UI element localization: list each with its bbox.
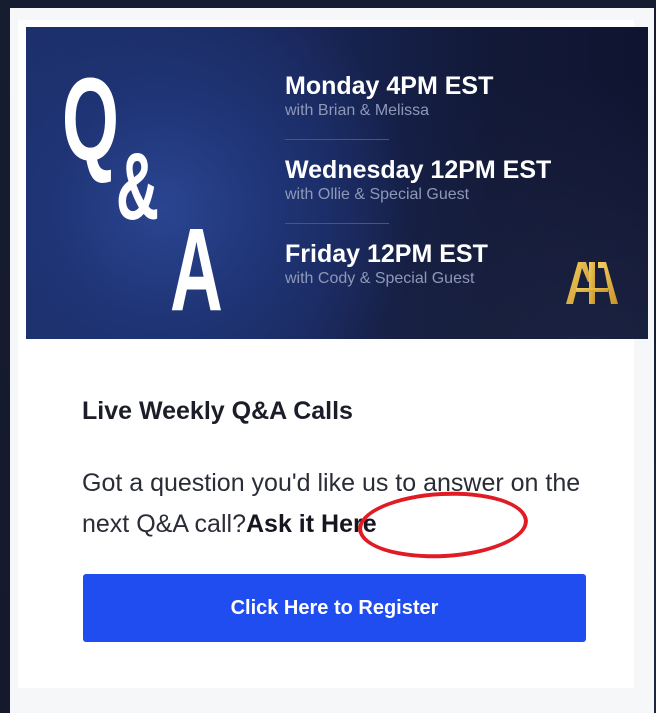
qa-logo-a: A: [170, 204, 223, 336]
register-button[interactable]: Click Here to Register: [83, 574, 586, 642]
aia-gold-monogram-icon: [566, 262, 618, 304]
schedule-day: Monday 4PM EST: [285, 72, 494, 100]
schedule-hosts: with Ollie & Special Guest: [285, 186, 470, 203]
schedule-item-monday: Monday 4PM EST with Brian & Melissa: [285, 71, 615, 155]
qa-logo-q: Q: [62, 54, 119, 186]
ask-it-here-link[interactable]: Ask it Here: [246, 510, 377, 538]
qa-logo: Q & A: [62, 54, 238, 329]
schedule-divider: [285, 139, 389, 140]
card-content: Live Weekly Q&A Calls Got a question you…: [82, 395, 602, 545]
qa-banner: Q & A Monday 4PM EST with Brian & Meliss…: [26, 27, 648, 339]
card-description: Got a question you'd like us to answer o…: [82, 463, 592, 545]
schedule-hosts: with Brian & Melissa: [285, 102, 430, 119]
schedule-day: Wednesday 12PM EST: [285, 156, 552, 184]
schedule-divider: [285, 223, 389, 224]
qa-logo-ampersand: &: [116, 133, 159, 240]
card-title: Live Weekly Q&A Calls: [82, 397, 353, 425]
schedule-item-wednesday: Wednesday 12PM EST with Ollie & Special …: [285, 155, 615, 239]
